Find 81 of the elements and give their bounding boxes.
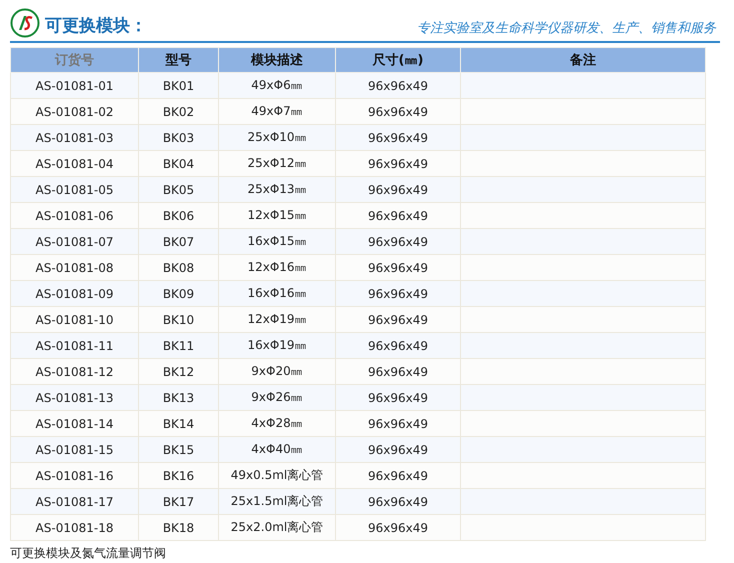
order-number-cell: AS-01081-09 — [10, 280, 138, 306]
size-cell: 96x96x49 — [336, 150, 460, 176]
order-number-cell: AS-01081-17 — [10, 488, 138, 514]
description-cell: 12xΦ15㎜ — [218, 202, 336, 228]
size-cell: 96x96x49 — [336, 124, 460, 150]
model-cell: BK10 — [138, 306, 218, 332]
order-number-cell: AS-01081-10 — [10, 306, 138, 332]
description-cell: 4xΦ40㎜ — [218, 436, 336, 462]
model-cell: BK11 — [138, 332, 218, 358]
model-cell: BK01 — [138, 72, 218, 98]
description-cell: 49xΦ7㎜ — [218, 98, 336, 124]
order-number-cell: AS-01081-13 — [10, 384, 138, 410]
order-number-cell: AS-01081-14 — [10, 410, 138, 436]
model-cell: BK05 — [138, 176, 218, 202]
model-cell: BK04 — [138, 150, 218, 176]
description-cell: 25xΦ13㎜ — [218, 176, 336, 202]
description-cell: 25x1.5ml离心管 — [218, 488, 336, 514]
order-number-cell: AS-01081-12 — [10, 358, 138, 384]
model-cell: BK02 — [138, 98, 218, 124]
order-number-cell: AS-01081-02 — [10, 98, 138, 124]
model-cell: BK15 — [138, 436, 218, 462]
description-cell: 9xΦ26㎜ — [218, 384, 336, 410]
caption-text: 可更换模块及氮气流量调节阀 — [10, 545, 167, 562]
model-cell: BK17 — [138, 488, 218, 514]
size-cell: 96x96x49 — [336, 280, 460, 306]
description-cell: 16xΦ16㎜ — [218, 280, 336, 306]
model-cell: BK18 — [138, 514, 218, 540]
description-cell: 16xΦ19㎜ — [218, 332, 336, 358]
description-cell: 25xΦ12㎜ — [218, 150, 336, 176]
description-cell: 49xΦ6㎜ — [218, 72, 336, 98]
description-cell: 25xΦ10㎜ — [218, 124, 336, 150]
order-number-cell: AS-01081-16 — [10, 462, 138, 488]
order-number-cell: AS-01081-08 — [10, 254, 138, 280]
page-title: 可更换模块： — [45, 15, 147, 38]
order-number-cell: AS-01081-07 — [10, 228, 138, 254]
description-cell: 16xΦ15㎜ — [218, 228, 336, 254]
model-cell: BK16 — [138, 462, 218, 488]
description-cell: 4xΦ28㎜ — [218, 410, 336, 436]
size-cell: 96x96x49 — [336, 72, 460, 98]
description-cell: 9xΦ20㎜ — [218, 358, 336, 384]
column-header: 尺寸(㎜) — [336, 48, 460, 72]
order-number-cell: AS-01081-04 — [10, 150, 138, 176]
size-cell: 96x96x49 — [336, 514, 460, 540]
model-cell: BK14 — [138, 410, 218, 436]
logo-icon — [10, 8, 40, 38]
model-cell: BK13 — [138, 384, 218, 410]
column-header: 型号 — [138, 48, 218, 72]
column-header: 订货号 — [10, 48, 138, 72]
model-cell: BK06 — [138, 202, 218, 228]
description-cell: 12xΦ19㎜ — [218, 306, 336, 332]
order-number-cell: AS-01081-05 — [10, 176, 138, 202]
description-cell: 12xΦ16㎜ — [218, 254, 336, 280]
order-number-cell: AS-01081-11 — [10, 332, 138, 358]
model-cell: BK03 — [138, 124, 218, 150]
column-header: 模块描述 — [218, 48, 336, 72]
order-number-cell: AS-01081-03 — [10, 124, 138, 150]
size-cell: 96x96x49 — [336, 306, 460, 332]
size-cell: 96x96x49 — [336, 410, 460, 436]
order-number-cell: AS-01081-18 — [10, 514, 138, 540]
size-cell: 96x96x49 — [336, 228, 460, 254]
size-cell: 96x96x49 — [336, 358, 460, 384]
size-cell: 96x96x49 — [336, 488, 460, 514]
model-cell: BK07 — [138, 228, 218, 254]
model-cell: BK12 — [138, 358, 218, 384]
description-cell: 49x0.5ml离心管 — [218, 462, 336, 488]
size-cell: 96x96x49 — [336, 436, 460, 462]
size-cell: 96x96x49 — [336, 176, 460, 202]
slogan-text: 专注实验室及生命科学仪器研发、生产、销售和服务 — [417, 20, 716, 38]
size-cell: 96x96x49 — [336, 462, 460, 488]
description-cell: 25x2.0ml离心管 — [218, 514, 336, 540]
column-header: 备注 — [460, 48, 706, 72]
model-cell: BK09 — [138, 280, 218, 306]
size-cell: 96x96x49 — [336, 254, 460, 280]
size-cell: 96x96x49 — [336, 202, 460, 228]
model-cell: BK08 — [138, 254, 218, 280]
order-number-cell: AS-01081-06 — [10, 202, 138, 228]
size-cell: 96x96x49 — [336, 332, 460, 358]
size-cell: 96x96x49 — [336, 384, 460, 410]
size-cell: 96x96x49 — [336, 98, 460, 124]
order-number-cell: AS-01081-15 — [10, 436, 138, 462]
order-number-cell: AS-01081-01 — [10, 72, 138, 98]
